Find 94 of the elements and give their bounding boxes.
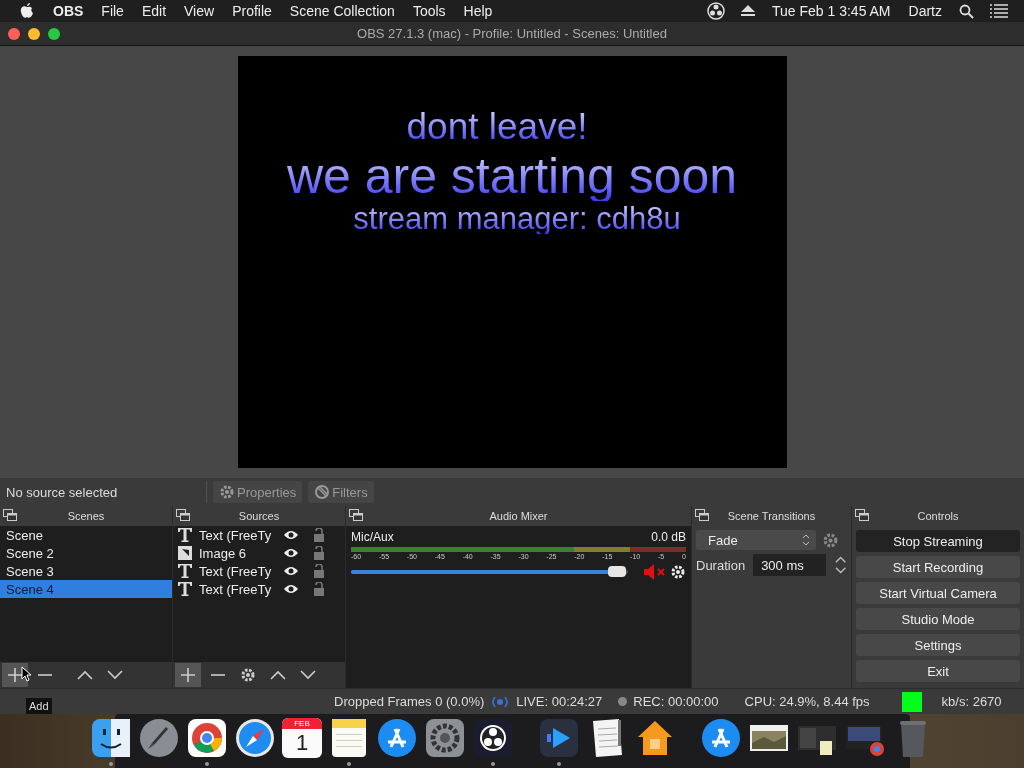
running-indicator-icon	[491, 762, 495, 766]
panel-title: Audio Mixer	[489, 510, 548, 522]
menu-item[interactable]: View	[175, 3, 224, 19]
dropped-frames: Dropped Frames 0 (0.0%)	[334, 694, 485, 709]
menu-item[interactable]: Edit	[132, 3, 176, 19]
control-button[interactable]: Settings	[856, 634, 1020, 656]
scene-item[interactable]: Scene 4	[0, 580, 172, 598]
transition-dropdown[interactable]: Fade	[696, 530, 816, 550]
undock-icon[interactable]	[3, 509, 17, 521]
undock-icon[interactable]	[855, 509, 869, 521]
control-button[interactable]: Studio Mode	[856, 608, 1020, 630]
stepper-icon[interactable]	[833, 554, 847, 576]
filter-icon	[314, 484, 331, 500]
minimize-icon[interactable]	[28, 28, 40, 40]
source-item[interactable]: Text (FreeTy	[199, 581, 277, 597]
calendar-icon[interactable]: FEB 1	[282, 718, 322, 758]
menu-item[interactable]: Scene Collection	[280, 3, 404, 19]
menu-icon[interactable]	[990, 4, 1008, 18]
duration-field[interactable]: 300 ms	[753, 554, 826, 576]
status-indicator	[901, 691, 922, 712]
cpu-usage: CPU: 24.9%, 8.44 fps	[744, 694, 870, 709]
eye-icon[interactable]	[283, 529, 299, 541]
panel-title: Scene Transitions	[727, 510, 816, 522]
source-item[interactable]: Image 6	[199, 545, 277, 561]
overlay-text: stream manager: cdh8u	[353, 203, 681, 234]
obs-icon[interactable]	[472, 717, 514, 759]
undock-icon[interactable]	[695, 509, 709, 521]
record-indicator-icon	[618, 697, 628, 706]
source-item[interactable]: Text (FreeTy	[199, 527, 277, 543]
source-status: No source selected	[6, 484, 119, 500]
compass-icon[interactable]	[234, 717, 276, 759]
eject-icon[interactable]	[741, 5, 755, 17]
control-button[interactable]: Exit	[856, 660, 1020, 682]
rec-time: REC: 00:00:00	[633, 694, 719, 709]
window-title: OBS 27.1.3 (mac) - Profile: Untitled - Scenes: Untitled	[357, 26, 667, 41]
menu-item[interactable]: Profile	[223, 3, 281, 19]
channel-name: Mic/Aux	[351, 530, 394, 544]
menu-item[interactable]: Tools	[403, 3, 455, 19]
unlocked-icon[interactable]	[313, 582, 325, 596]
running-indicator-icon	[205, 762, 209, 766]
undock-icon[interactable]	[176, 509, 190, 521]
volume-reading: 0.0 dB	[651, 530, 686, 544]
close-icon[interactable]	[8, 28, 20, 40]
control-button[interactable]: Start Virtual Camera	[856, 582, 1020, 604]
text-source-icon	[177, 527, 193, 543]
apple-icon[interactable]	[20, 3, 34, 19]
gear-icon	[219, 484, 235, 500]
gear-icon[interactable]	[424, 717, 466, 759]
eye-icon[interactable]	[283, 565, 299, 577]
control-button[interactable]: Stop Streaming	[856, 530, 1020, 552]
unlocked-icon[interactable]	[313, 528, 325, 542]
play-icon[interactable]	[538, 717, 580, 759]
image-source-icon	[177, 545, 193, 561]
search-icon[interactable]	[959, 3, 974, 19]
chrome-icon[interactable]	[186, 717, 228, 759]
text-source-icon	[177, 563, 193, 579]
duration-label: Duration	[696, 557, 746, 573]
app-store-icon[interactable]	[376, 717, 418, 759]
eye-icon[interactable]	[283, 583, 299, 595]
clock[interactable]: Tue Feb 1 3:45 AM	[763, 3, 900, 19]
add-icon[interactable]	[2, 663, 28, 687]
user-name[interactable]: Dartz	[899, 3, 951, 19]
running-indicator-icon	[347, 762, 351, 766]
settings-icon[interactable]	[670, 564, 686, 580]
updown-icon	[802, 534, 810, 546]
text-source-icon	[177, 581, 193, 597]
menu-item[interactable]: Help	[454, 3, 502, 19]
menu-item[interactable]: File	[92, 3, 133, 19]
scene-item[interactable]: Scene	[0, 526, 172, 544]
rocket-icon[interactable]	[138, 717, 180, 759]
live-time: LIVE: 00:24:27	[516, 694, 603, 709]
unlocked-icon[interactable]	[313, 546, 325, 560]
bitrate: kb/s: 2670	[941, 694, 1002, 709]
panel-title: Scenes	[67, 510, 105, 522]
panel-title: Controls	[917, 510, 959, 522]
panel-title: Sources	[238, 510, 280, 522]
finder-icon[interactable]	[90, 717, 132, 759]
obs-status-icon[interactable]	[707, 2, 725, 20]
app-menu[interactable]: OBS	[44, 3, 93, 19]
scene-item[interactable]: Scene 2	[0, 544, 172, 562]
control-button[interactable]: Start Recording	[856, 556, 1020, 578]
unlocked-icon[interactable]	[313, 564, 325, 578]
app-store-icon[interactable]	[700, 717, 742, 759]
source-item[interactable]: Text (FreeTy	[199, 563, 277, 579]
muted-speaker-icon[interactable]	[644, 564, 666, 580]
cursor-icon	[21, 666, 32, 682]
running-indicator-icon	[557, 762, 561, 766]
tooltip: Add	[26, 698, 52, 714]
zoom-icon[interactable]	[48, 28, 60, 40]
undock-icon[interactable]	[349, 509, 363, 521]
scene-item[interactable]: Scene 3	[0, 562, 172, 580]
running-indicator-icon	[109, 762, 113, 766]
broadcast-icon	[490, 694, 511, 709]
eye-icon[interactable]	[283, 547, 299, 559]
